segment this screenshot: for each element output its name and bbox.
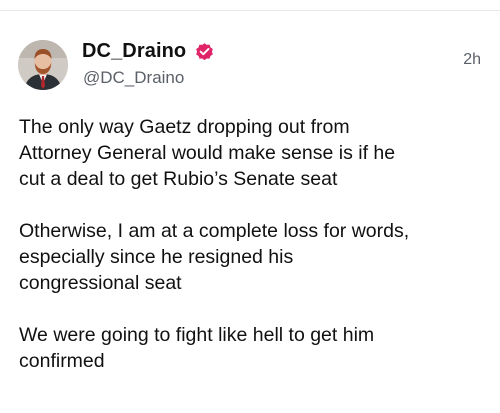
user-handle[interactable]: @DC_Draino [83, 68, 184, 88]
post-body: The only way Gaetz dropping out from Att… [19, 114, 489, 400]
avatar[interactable] [18, 40, 68, 90]
post-paragraph-1: The only way Gaetz dropping out from Att… [19, 116, 396, 190]
avatar-image [18, 40, 68, 90]
post-paragraph-3: We were going to fight like hell to get … [19, 324, 375, 372]
post-card[interactable]: DC_Draino @DC_Draino 2h The only way Gae… [0, 11, 500, 413]
post-paragraph-2: Otherwise, I am at a complete loss for w… [19, 220, 410, 294]
author-name-row: DC_Draino [82, 36, 215, 66]
post-timestamp[interactable]: 2h [463, 51, 481, 69]
verified-badge-icon [194, 41, 215, 62]
display-name[interactable]: DC_Draino [82, 40, 186, 63]
